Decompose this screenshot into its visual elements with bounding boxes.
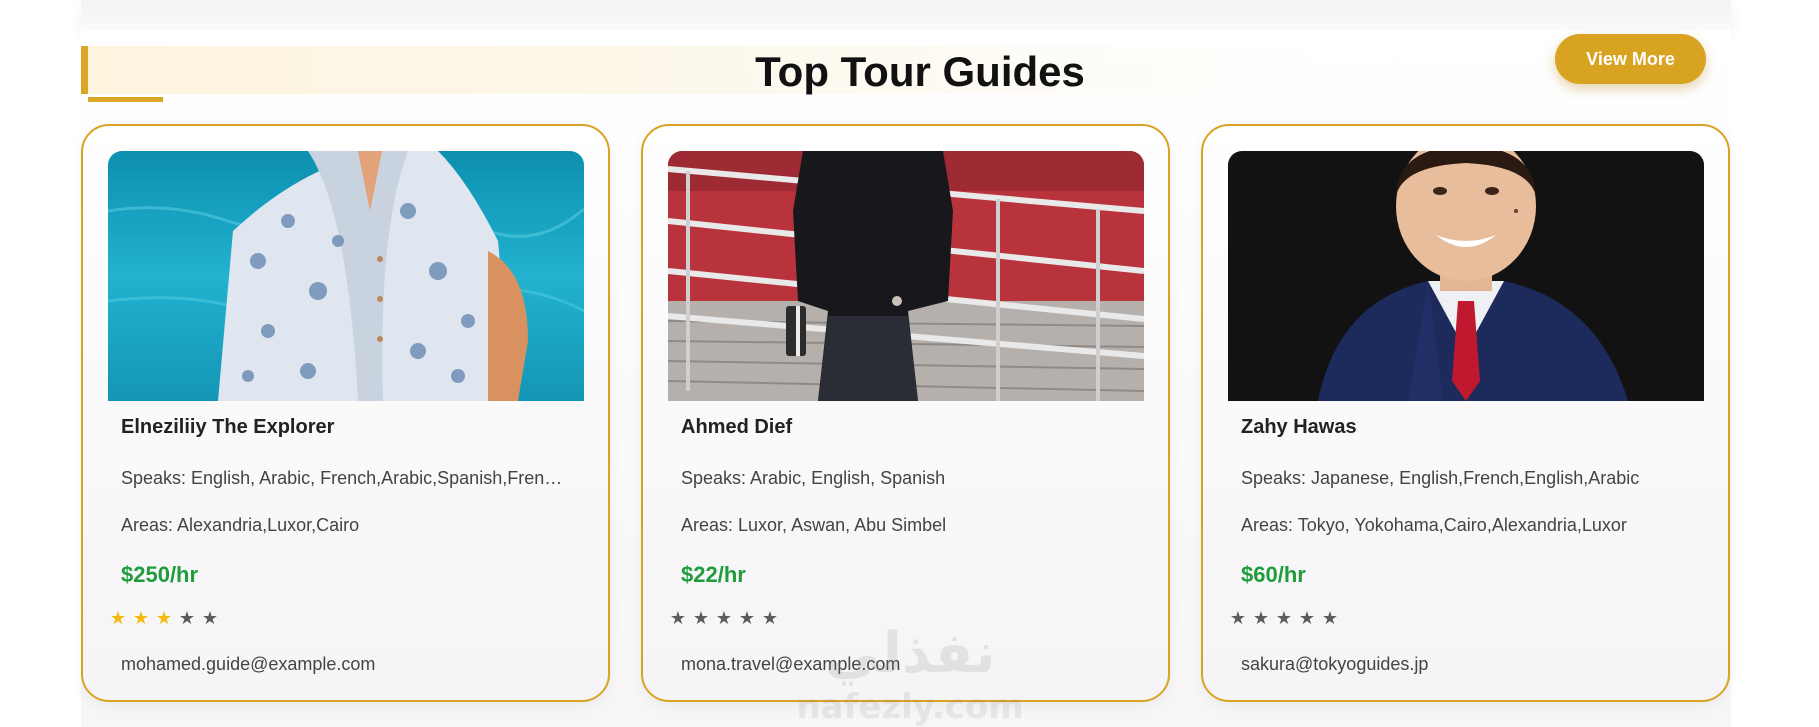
star-filled-icon: ★ [155,608,173,628]
star-empty-icon: ★ [1298,608,1316,628]
star-empty-icon: ★ [738,608,756,628]
star-filled-icon: ★ [132,608,150,628]
guide-name: Zahy Hawas [1241,416,1357,438]
guide-rating: ★ ★ ★ ★ ★ [1229,606,1339,630]
star-empty-icon: ★ [1229,608,1247,628]
guide-price: $22/hr [681,562,746,587]
view-more-button[interactable]: View More [1555,34,1706,84]
guide-price: $250/hr [121,562,199,587]
guide-languages: Speaks: English, Arabic, French,Arabic,S… [121,468,571,488]
guide-email: mona.travel@example.com [681,654,901,674]
guide-areas: Areas: Alexandria,Luxor,Cairo [121,515,360,535]
star-empty-icon: ★ [1321,608,1339,628]
guide-email: sakura@tokyoguides.jp [1241,654,1429,674]
guide-email: mohamed.guide@example.com [121,654,376,674]
guide-photo [1228,151,1704,401]
guide-photo-image [1228,151,1704,401]
guide-card[interactable]: Zahy Hawas Speaks: Japanese, English,Fre… [1201,124,1730,702]
star-empty-icon: ★ [201,608,219,628]
section-title: Top Tour Guides [755,48,1085,95]
star-filled-icon: ★ [109,608,127,628]
guide-languages: Speaks: Japanese, English,French,English… [1241,468,1640,488]
guide-price: $60/hr [1241,562,1306,587]
star-empty-icon: ★ [1275,608,1293,628]
guide-areas: Areas: Tokyo, Yokohama,Cairo,Alexandria,… [1241,515,1627,535]
guide-photo [668,151,1144,401]
guide-rating: ★ ★ ★ ★ ★ [109,606,219,630]
guide-photo [108,151,584,401]
guide-rating: ★ ★ ★ ★ ★ [669,606,779,630]
guide-card[interactable]: Elneziliiy The Explorer Speaks: English,… [81,124,610,702]
star-empty-icon: ★ [761,608,779,628]
navbar-shadow [81,0,1731,30]
guide-photo-image [108,151,584,401]
guide-name: Elneziliiy The Explorer [121,416,335,438]
guide-card[interactable]: Ahmed Dief Speaks: Arabic, English, Span… [641,124,1170,702]
guide-name: Ahmed Dief [681,416,793,438]
guide-photo-image [668,151,1144,401]
star-empty-icon: ★ [178,608,196,628]
star-empty-icon: ★ [1252,608,1270,628]
star-empty-icon: ★ [669,608,687,628]
star-empty-icon: ★ [692,608,710,628]
star-empty-icon: ★ [715,608,733,628]
guide-areas: Areas: Luxor, Aswan, Abu Simbel [681,515,947,535]
guide-languages: Speaks: Arabic, English, Spanish [681,468,946,488]
